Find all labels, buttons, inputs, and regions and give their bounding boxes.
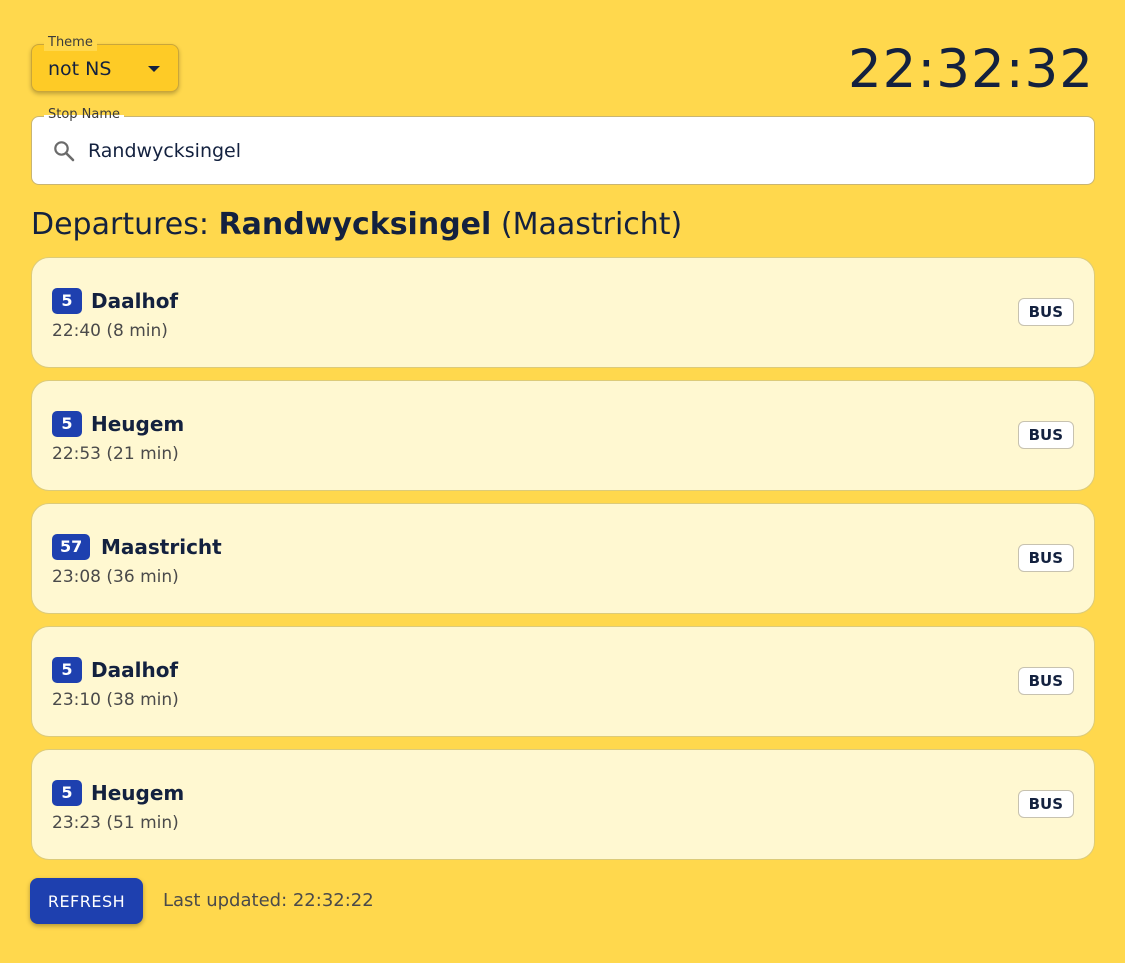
departures-page: Theme not NS 22:32:32 Stop Name Departur… — [0, 0, 1125, 963]
chevron-down-icon — [148, 66, 160, 72]
mode-badge: BUS — [1017, 790, 1074, 818]
stop-name-field[interactable]: Stop Name — [31, 107, 1095, 185]
mode-badge: BUS — [1017, 421, 1074, 449]
line-badge: 5 — [52, 288, 82, 314]
departure-time: 22:53 (21 min) — [52, 444, 179, 464]
stop-name-label: Stop Name — [44, 107, 125, 123]
departure-card[interactable]: 5 Heugem 22:53 (21 min) BUS — [31, 380, 1095, 491]
search-icon — [54, 141, 75, 162]
refresh-button[interactable]: REFRESH — [30, 878, 143, 924]
clock: 22:32:32 — [847, 39, 1094, 100]
departure-time: 22:40 (8 min) — [52, 321, 168, 341]
line-badge: 5 — [52, 657, 82, 683]
line-badge: 5 — [52, 780, 82, 806]
mode-badge: BUS — [1017, 667, 1074, 695]
departure-card[interactable]: 5 Daalhof 22:40 (8 min) BUS — [31, 257, 1095, 368]
departure-card[interactable]: 5 Heugem 23:23 (51 min) BUS — [31, 749, 1095, 860]
destination: Maastricht — [101, 535, 222, 559]
destination: Heugem — [91, 781, 185, 805]
theme-label: Theme — [44, 35, 97, 51]
mode-badge: BUS — [1017, 544, 1074, 572]
destination: Daalhof — [91, 289, 179, 313]
heading-stop: Randwycksingel — [218, 207, 492, 242]
line-badge: 5 — [52, 411, 82, 437]
departure-time: 23:10 (38 min) — [52, 690, 179, 710]
mode-badge: BUS — [1017, 298, 1074, 326]
departure-card[interactable]: 5 Daalhof 23:10 (38 min) BUS — [31, 626, 1095, 737]
heading-city: (Maastricht) — [500, 207, 683, 242]
destination: Heugem — [91, 412, 185, 436]
departure-time: 23:23 (51 min) — [52, 813, 179, 833]
page-title: Departures: Randwycksingel (Maastricht) — [31, 205, 682, 245]
heading-prefix: Departures: — [31, 207, 209, 242]
departure-list: 5 Daalhof 22:40 (8 min) BUS 5 Heugem 22:… — [31, 257, 1095, 872]
last-updated: Last updated: 22:32:22 — [163, 890, 374, 911]
line-badge: 57 — [52, 534, 91, 560]
departure-card[interactable]: 57 Maastricht 23:08 (36 min) BUS — [31, 503, 1095, 614]
theme-select[interactable]: Theme not NS — [31, 35, 179, 92]
theme-value: not NS — [48, 58, 112, 80]
destination: Daalhof — [91, 658, 179, 682]
departure-time: 23:08 (36 min) — [52, 567, 179, 587]
stop-name-input[interactable] — [88, 135, 1078, 167]
